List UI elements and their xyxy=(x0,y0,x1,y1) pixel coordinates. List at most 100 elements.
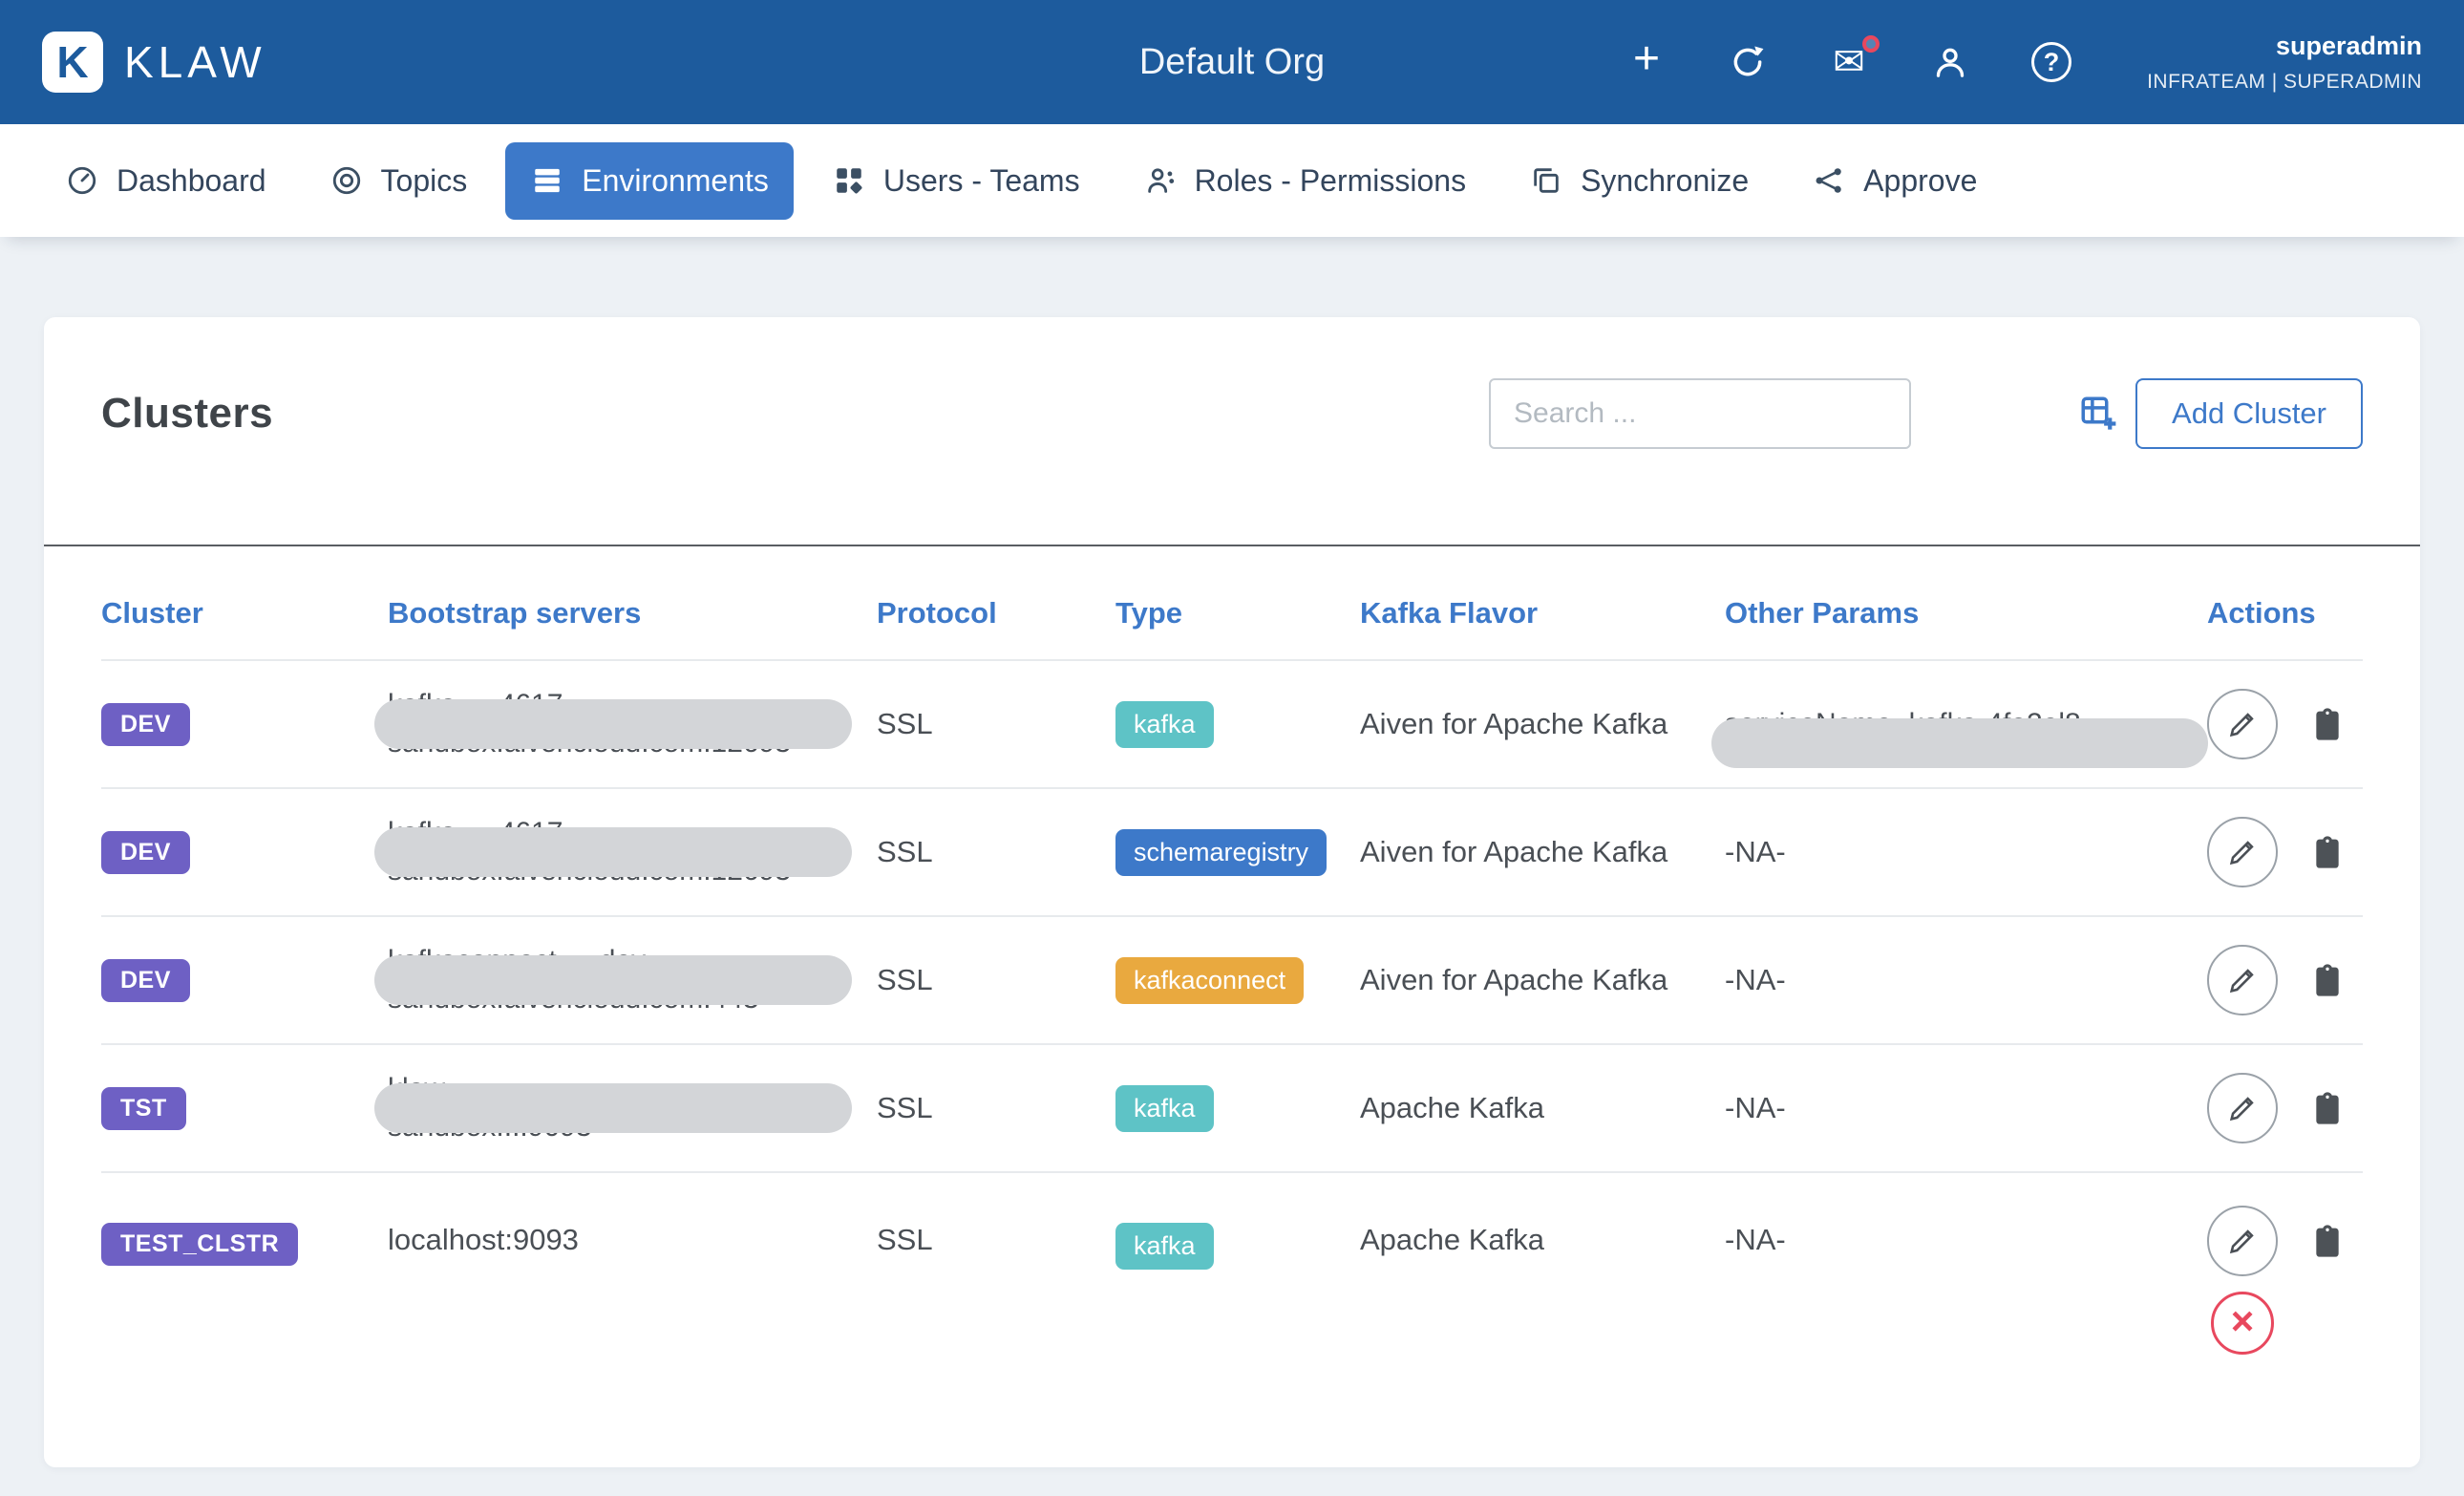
type-badge: kafka xyxy=(1115,701,1214,748)
tab-synchronize[interactable]: Synchronize xyxy=(1504,142,1774,220)
main-content: Clusters Add Cluster Cluster Bootstrap s… xyxy=(0,237,2464,1496)
col-actions: Actions xyxy=(2207,596,2363,630)
kafka-flavor-value: Aiven for Apache Kafka xyxy=(1360,963,1725,997)
add-cluster-icon[interactable] xyxy=(2078,394,2118,434)
plus-icon[interactable]: + xyxy=(1624,39,1669,85)
protocol-value: SSL xyxy=(877,1091,1115,1125)
other-params-value: -NA- xyxy=(1725,835,2207,869)
edit-cluster-button[interactable] xyxy=(2207,817,2278,887)
table-row: TST klaw-... sandbox...:9093 SSL kafka A… xyxy=(101,1043,2363,1171)
type-badge: kafka xyxy=(1115,1223,1214,1270)
table-row: TEST_CLSTR localhost:9093 SSL kafka Apac… xyxy=(101,1171,2363,1381)
tab-users-teams[interactable]: Users - Teams xyxy=(807,142,1105,220)
redaction-overlay xyxy=(374,955,852,1005)
col-type: Type xyxy=(1115,596,1360,630)
redaction-overlay xyxy=(374,699,852,749)
main-nav: Dashboard Topics Environments xyxy=(0,124,2464,237)
other-params-value: -NA- xyxy=(1725,963,2207,997)
col-params: Other Params xyxy=(1725,596,2207,630)
topbar-actions: + ✉ ? xyxy=(1624,39,2074,85)
other-params-redacted: serviceName=kafka-4fe2el8 xyxy=(1725,705,2081,743)
cluster-badge: DEV xyxy=(101,703,190,746)
kafka-flavor-value: Apache Kafka xyxy=(1360,1091,1725,1125)
page-title: Clusters xyxy=(101,390,273,438)
environments-icon xyxy=(530,163,564,198)
tab-label: Approve xyxy=(1863,163,1977,199)
klaw-logo[interactable]: K KLAW xyxy=(42,32,266,93)
username: superadmin xyxy=(2135,32,2422,61)
kafka-flavor-value: Apache Kafka xyxy=(1360,1223,1725,1257)
copy-icon[interactable] xyxy=(2308,1086,2347,1130)
tab-topics[interactable]: Topics xyxy=(305,142,493,220)
tab-label: Users - Teams xyxy=(883,163,1080,199)
org-title: Default Org xyxy=(1139,42,1325,83)
dashboard-icon xyxy=(65,163,99,198)
tab-roles-permissions[interactable]: Roles - Permissions xyxy=(1118,142,1492,220)
users-teams-icon xyxy=(832,163,866,198)
table-row: DEV kafka-...-4617-... sandbox.aivenclou… xyxy=(101,787,2363,915)
cluster-badge: DEV xyxy=(101,831,190,874)
tab-label: Dashboard xyxy=(117,163,266,199)
tab-approve[interactable]: Approve xyxy=(1787,142,2002,220)
synchronize-icon xyxy=(1529,163,1563,198)
redaction-overlay xyxy=(1711,718,2208,768)
brand-name: KLAW xyxy=(124,36,266,88)
bootstrap-servers-redacted: kafkaconnect-...-dev-... sandbox.aivencl… xyxy=(388,942,759,1018)
cluster-badge: TST xyxy=(101,1087,186,1130)
tab-label: Topics xyxy=(381,163,468,199)
redaction-overlay xyxy=(374,1083,852,1133)
col-cluster: Cluster xyxy=(101,596,388,630)
bootstrap-servers-value: localhost:9093 xyxy=(388,1223,877,1257)
cluster-badge: DEV xyxy=(101,959,190,1002)
profile-icon[interactable] xyxy=(1927,39,1973,85)
topics-icon xyxy=(329,163,364,198)
protocol-value: SSL xyxy=(877,835,1115,869)
klaw-logo-icon: K xyxy=(42,32,103,93)
help-icon[interactable]: ? xyxy=(2029,39,2074,85)
other-params-value: -NA- xyxy=(1725,1223,2207,1257)
type-badge: kafkaconnect xyxy=(1115,957,1304,1004)
protocol-value: SSL xyxy=(877,963,1115,997)
col-protocol: Protocol xyxy=(877,596,1115,630)
type-badge: schemaregistry xyxy=(1115,829,1327,876)
user-info[interactable]: superadmin INFRATEAM | SUPERADMIN xyxy=(2135,32,2422,94)
kafka-flavor-value: Aiven for Apache Kafka xyxy=(1360,707,1725,741)
bootstrap-servers-redacted: klaw-... sandbox...:9093 xyxy=(388,1070,592,1146)
delete-cluster-button[interactable]: × xyxy=(2211,1292,2274,1355)
approve-icon xyxy=(1812,163,1846,198)
edit-cluster-button[interactable] xyxy=(2207,1206,2278,1276)
edit-cluster-button[interactable] xyxy=(2207,1073,2278,1143)
bootstrap-servers-redacted: kafka-...-4617-... sandbox.aivencloud.co… xyxy=(388,686,791,762)
search-input[interactable] xyxy=(1489,378,1911,449)
clusters-card: Clusters Add Cluster Cluster Bootstrap s… xyxy=(44,317,2420,1467)
col-bootstrap: Bootstrap servers xyxy=(388,596,877,630)
col-flavor: Kafka Flavor xyxy=(1360,596,1725,630)
refresh-icon[interactable] xyxy=(1725,39,1771,85)
table-header: Cluster Bootstrap servers Protocol Type … xyxy=(101,546,2363,659)
bootstrap-servers-redacted: kafka-...-4617-... sandbox.aivencloud.co… xyxy=(388,814,791,890)
mail-icon[interactable]: ✉ xyxy=(1826,39,1872,85)
copy-icon[interactable] xyxy=(2308,1219,2347,1263)
tab-environments[interactable]: Environments xyxy=(505,142,794,220)
copy-icon[interactable] xyxy=(2308,830,2347,874)
type-badge: kafka xyxy=(1115,1085,1214,1132)
tab-dashboard[interactable]: Dashboard xyxy=(40,142,291,220)
copy-icon[interactable] xyxy=(2308,702,2347,746)
topbar: K KLAW Default Org + ✉ ? superadmin xyxy=(0,0,2464,124)
user-team-role: INFRATEAM | SUPERADMIN xyxy=(2135,71,2422,94)
cluster-badge: TEST_CLSTR xyxy=(101,1223,298,1266)
tab-label: Synchronize xyxy=(1581,163,1749,199)
table-row: DEV kafkaconnect-...-dev-... sandbox.aiv… xyxy=(101,915,2363,1043)
edit-cluster-button[interactable] xyxy=(2207,689,2278,759)
copy-icon[interactable] xyxy=(2308,958,2347,1002)
protocol-value: SSL xyxy=(877,1223,1115,1257)
roles-permissions-icon xyxy=(1143,163,1178,198)
notification-badge xyxy=(1862,35,1880,53)
protocol-value: SSL xyxy=(877,707,1115,741)
kafka-flavor-value: Aiven for Apache Kafka xyxy=(1360,835,1725,869)
tab-label: Roles - Permissions xyxy=(1195,163,1467,199)
table-row: DEV kafka-...-4617-... sandbox.aivenclou… xyxy=(101,659,2363,787)
tab-label: Environments xyxy=(582,163,769,199)
edit-cluster-button[interactable] xyxy=(2207,945,2278,1015)
add-cluster-button[interactable]: Add Cluster xyxy=(2135,378,2363,449)
